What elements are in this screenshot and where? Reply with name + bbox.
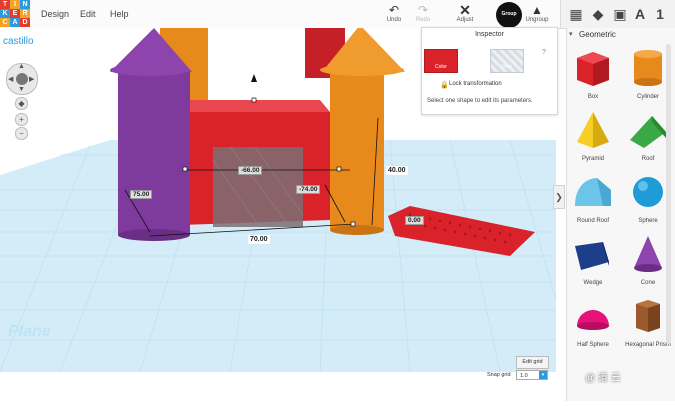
shape-wedge[interactable]: Wedge [567, 232, 619, 286]
pan-up-icon[interactable]: ▲ [18, 63, 25, 70]
adjust-button[interactable]: ✕ Adjust [450, 3, 480, 27]
shape-half-sphere[interactable]: Half Sphere [567, 294, 619, 348]
number-icon[interactable]: 1 [653, 5, 667, 23]
tinkercad-logo[interactable]: T I N K E R C A D [0, 0, 30, 28]
logo-letter: N [20, 0, 30, 9]
logo-letter: T [0, 0, 10, 9]
lock-transformation[interactable]: 🔒 Lock transformation [440, 81, 502, 89]
color-swatch[interactable]: Color [424, 49, 458, 73]
text-icon[interactable]: A [633, 5, 647, 23]
shape-pyramid[interactable]: Pyramid [567, 108, 619, 162]
home-view-icon[interactable] [16, 73, 28, 85]
edit-grid-button[interactable]: Edit grid [516, 356, 549, 369]
box-icon[interactable]: ▣ [613, 5, 627, 23]
dim-height[interactable]: 40.00 [386, 166, 408, 175]
ungroup-icon: ▲ [531, 3, 543, 17]
half-sphere-icon [577, 310, 609, 330]
dim-left-depth[interactable]: 75.00 [130, 190, 153, 199]
lock-icon: 🔒 [440, 82, 449, 89]
view-switcher: ▦ ◆ ▣ A 1 [560, 0, 675, 28]
redo-button[interactable]: ↷ Redo [408, 3, 438, 27]
grid-icon[interactable]: ▦ [569, 5, 583, 23]
cube-icon[interactable]: ◆ [591, 5, 605, 23]
inspector-help-icon[interactable]: ? [542, 49, 546, 56]
logo-letter: C [0, 18, 10, 27]
purple-tower[interactable] [118, 70, 190, 235]
logo-letter: A [10, 18, 20, 27]
logo-letter: D [20, 18, 30, 27]
adjust-icon: ✕ [459, 2, 471, 18]
snap-grid-select[interactable]: 1.0 ▾ [516, 370, 548, 380]
logo-letter: E [10, 9, 20, 18]
gate-hole[interactable] [213, 147, 303, 227]
undo-button[interactable]: ↶ Undo [379, 3, 409, 27]
pan-left-icon[interactable]: ◀ [8, 75, 13, 83]
project-title[interactable]: castillo [3, 36, 34, 47]
workplane-label: Plane [8, 323, 51, 340]
dim-right-depth[interactable]: -74.00 [296, 185, 321, 194]
watermark: @ 道 云 [585, 373, 621, 384]
pyramid-icon [577, 112, 609, 148]
fit-view-button[interactable]: ◆ [15, 97, 28, 110]
zoom-in-button[interactable]: + [15, 113, 28, 126]
dim-width[interactable]: 70.00 [248, 235, 270, 244]
wedge-icon [575, 242, 609, 270]
dropdown-arrow-icon: ▾ [539, 371, 547, 379]
logo-letter: K [0, 9, 10, 18]
shape-library: ▾ Geometric Box Cylinder Pyramid Roof Ro… [566, 28, 675, 401]
library-heading[interactable]: Geometric [579, 30, 616, 39]
ungroup-button[interactable]: ▲ Ungroup [522, 3, 552, 27]
lift-arrow-icon[interactable] [251, 74, 257, 82]
pan-down-icon[interactable]: ▼ [18, 86, 25, 93]
group-button[interactable]: Group [496, 2, 522, 28]
dim-gate-width[interactable]: -66.00 [238, 166, 263, 175]
logo-letter: R [20, 9, 30, 18]
shape-box[interactable]: Box [567, 46, 619, 100]
dim-elevation[interactable]: 0.00 [405, 216, 424, 225]
zoom-out-button[interactable]: − [15, 127, 28, 140]
orbit-control[interactable]: ▲ ▼ ◀ ▶ [6, 63, 38, 95]
menu-design[interactable]: Design [41, 0, 69, 28]
redo-icon: ↷ [417, 3, 429, 17]
shape-round-roof[interactable]: Round Roof [567, 170, 619, 224]
pan-right-icon[interactable]: ▶ [29, 75, 34, 83]
inspector-hint: Select one shape to edit its parameters. [427, 98, 533, 104]
library-scrollbar[interactable] [666, 44, 671, 344]
inspector-panel: Inspector ? Color Hole 🔒 Lock transforma… [421, 27, 558, 115]
menu-help[interactable]: Help [110, 0, 129, 28]
inspector-title: Inspector [475, 31, 504, 38]
menu-edit[interactable]: Edit [80, 0, 96, 28]
round-roof-icon [575, 178, 611, 206]
collapse-arrow-icon[interactable]: ▾ [569, 30, 573, 38]
hole-swatch[interactable]: Hole [490, 49, 524, 73]
logo-letter: I [10, 0, 20, 9]
panel-collapse-chevron-icon[interactable]: ❯ [553, 185, 565, 209]
undo-icon: ↶ [388, 3, 400, 17]
box-icon [577, 52, 609, 86]
snap-grid-label: Snap grid [487, 372, 511, 378]
